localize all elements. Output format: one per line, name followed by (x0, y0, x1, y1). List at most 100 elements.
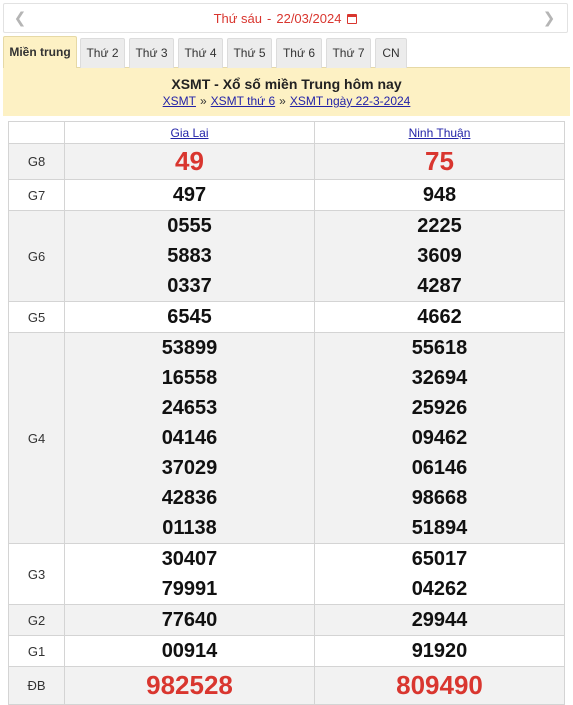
result-cell-ninh-thuan: 948 (314, 179, 565, 211)
prize-row-g1: G1 00914 91920 (8, 635, 565, 667)
chevron-right-icon[interactable]: ❯ (541, 10, 557, 28)
result-number: 809490 (396, 670, 483, 700)
tab-thu-3[interactable]: Thứ 3 (129, 38, 174, 68)
result-number: 01138 (162, 517, 217, 539)
result-number: 53899 (161, 337, 218, 359)
result-cell-ninh-thuan: 809490 (314, 666, 565, 705)
result-cell-gia-lai: 77640 (64, 604, 315, 636)
prize-label: G6 (8, 210, 65, 302)
province-header-gia-lai: Gia Lai (64, 121, 315, 144)
result-number: 25926 (411, 397, 468, 419)
breadcrumb: XSMT» XSMT thứ 6» XSMT ngày 22-3-2024 (3, 94, 570, 108)
tab-cn[interactable]: CN (375, 38, 407, 68)
date-display[interactable]: Thứ sáu -22/03/2024 (4, 11, 567, 26)
tab-thu-4[interactable]: Thứ 4 (178, 38, 223, 68)
result-cell-ninh-thuan: 91920 (314, 635, 565, 667)
prize-row-g8: G8 49 75 (8, 143, 565, 180)
result-cell-gia-lai: 6545 (64, 301, 315, 333)
result-number: 42836 (161, 487, 218, 509)
result-number: 79991 (161, 578, 218, 600)
result-number: 24653 (161, 397, 218, 419)
prize-row-g6: G6 0555 5883 0337 2225 3609 4287 (8, 210, 565, 302)
result-cell-gia-lai: 00914 (64, 635, 315, 667)
table-corner (8, 121, 65, 144)
result-number: 75 (425, 146, 454, 176)
result-number: 29944 (411, 609, 468, 631)
province-header-ninh-thuan: Ninh Thuận (314, 121, 565, 144)
tab-mien-trung[interactable]: Miền trung (3, 36, 77, 69)
result-number: 6545 (167, 306, 212, 328)
result-cell-gia-lai: 30407 79991 (64, 543, 315, 605)
result-number: 948 (422, 184, 457, 206)
prize-row-g3: G3 30407 79991 65017 04262 (8, 543, 565, 605)
result-number: 30407 (161, 548, 218, 570)
prize-label: G4 (8, 332, 65, 544)
prize-label: G1 (8, 635, 65, 667)
tab-thu-2[interactable]: Thứ 2 (80, 38, 125, 68)
result-number: 65017 (411, 548, 468, 570)
result-cell-ninh-thuan: 29944 (314, 604, 565, 636)
result-number: 55618 (411, 337, 468, 359)
prize-row-db: ĐB 982528 809490 (8, 666, 565, 705)
result-number: 91920 (411, 640, 468, 662)
result-number: 09462 (411, 427, 468, 449)
weekday-label: Thứ sáu (213, 11, 263, 26)
prize-label: G8 (8, 143, 65, 180)
result-number: 32694 (411, 367, 468, 389)
prize-row-g7: G7 497 948 (8, 179, 565, 211)
result-cell-gia-lai: 982528 (64, 666, 315, 705)
tab-thu-7[interactable]: Thứ 7 (326, 38, 371, 68)
tab-thu-5[interactable]: Thứ 5 (227, 38, 272, 68)
breadcrumb-xsmt[interactable]: XSMT (163, 94, 196, 108)
prize-label: G3 (8, 543, 65, 605)
result-number: 4662 (417, 306, 462, 328)
prize-label: ĐB (8, 666, 65, 705)
result-number: 0337 (167, 275, 212, 297)
result-cell-ninh-thuan: 2225 3609 4287 (314, 210, 565, 302)
result-number: 04146 (161, 427, 218, 449)
prize-row-g4: G4 53899 16558 24653 04146 37029 42836 01138 556… (8, 332, 565, 544)
result-number: 51894 (411, 517, 468, 539)
prize-row-g5: G5 6545 4662 (8, 301, 565, 333)
day-tabs: Miền trung Thứ 2 Thứ 3 Thứ 4 Thứ 5 Thứ 6… (3, 36, 570, 69)
results-header: XSMT - Xổ số miền Trung hôm nay XSMT» XSM… (3, 68, 570, 116)
result-number: 3609 (417, 245, 462, 267)
date-separator: - (267, 11, 272, 26)
date-navigator: ❮ Thứ sáu -22/03/2024 ❯ (3, 3, 568, 33)
prize-label: G2 (8, 604, 65, 636)
result-cell-ninh-thuan: 55618 32694 25926 09462 06146 98668 51894 (314, 332, 565, 544)
results-table: Gia Lai Ninh Thuận G8 49 75 G7 497 948 G6 0555 5… (8, 121, 565, 705)
result-number: 06146 (411, 457, 468, 479)
result-number: 982528 (146, 670, 233, 700)
result-number: 04262 (411, 578, 468, 600)
result-number: 4287 (417, 275, 462, 297)
result-cell-ninh-thuan: 75 (314, 143, 565, 180)
province-link-ninh-thuan[interactable]: Ninh Thuận (409, 126, 471, 140)
result-cell-gia-lai: 53899 16558 24653 04146 37029 42836 01138 (64, 332, 315, 544)
prize-row-g2: G2 77640 29944 (8, 604, 565, 636)
page-title: XSMT - Xổ số miền Trung hôm nay (171, 76, 402, 92)
result-number: 16558 (161, 367, 218, 389)
result-cell-gia-lai: 49 (64, 143, 315, 180)
prize-label: G5 (8, 301, 65, 333)
breadcrumb-xsmt-thu-6[interactable]: XSMT thứ 6 (211, 94, 276, 108)
province-link-gia-lai[interactable]: Gia Lai (170, 126, 208, 140)
date-value: 22/03/2024 (276, 11, 342, 26)
result-number: 37029 (161, 457, 218, 479)
prize-label: G7 (8, 179, 65, 211)
tab-thu-6[interactable]: Thứ 6 (276, 38, 322, 68)
breadcrumb-separator: » (279, 94, 286, 108)
result-cell-gia-lai: 497 (64, 179, 315, 211)
result-cell-ninh-thuan: 65017 04262 (314, 543, 565, 605)
result-number: 49 (175, 146, 204, 176)
result-number: 2225 (417, 215, 462, 237)
result-number: 98668 (411, 487, 468, 509)
breadcrumb-separator: » (199, 94, 207, 108)
result-number: 77640 (161, 609, 218, 631)
breadcrumb-xsmt-date[interactable]: XSMT ngày 22-3-2024 (290, 94, 411, 108)
result-number: 0555 (167, 215, 212, 237)
calendar-icon[interactable] (347, 14, 358, 24)
result-number: 497 (172, 184, 207, 206)
result-cell-gia-lai: 0555 5883 0337 (64, 210, 315, 302)
result-number: 5883 (167, 245, 212, 267)
